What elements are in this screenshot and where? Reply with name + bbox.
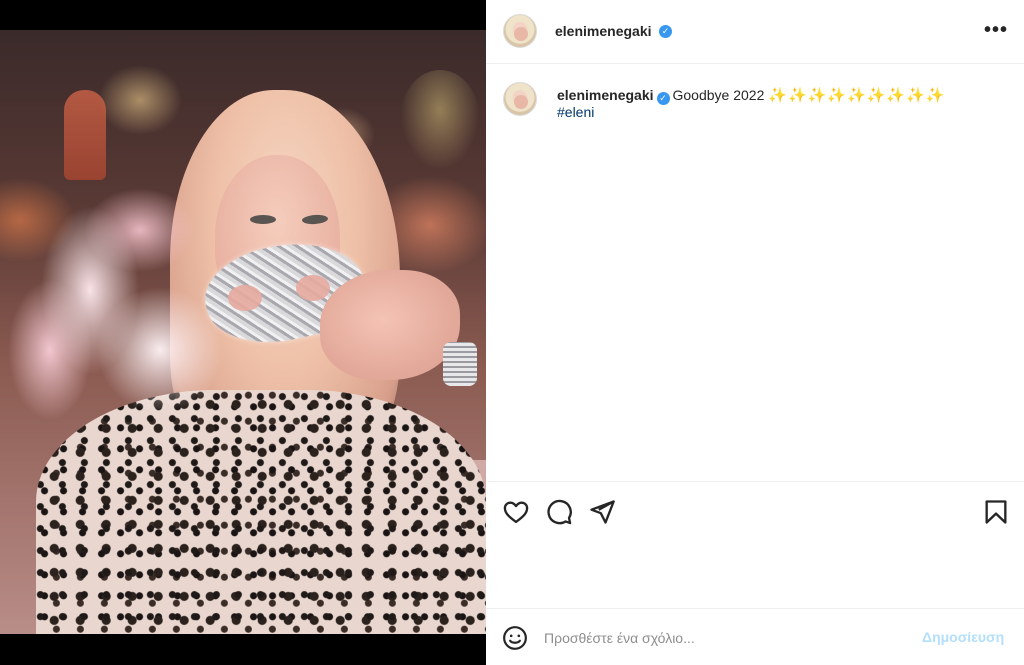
background-palm xyxy=(400,70,480,170)
caption-hashtag[interactable]: #eleni xyxy=(557,104,594,120)
photo-watch xyxy=(443,342,477,386)
post-caption: elenimenegaki ✓ Goodbye 2022 ✨✨✨✨✨✨✨✨✨ #ele… xyxy=(486,65,1024,481)
comment-icon[interactable] xyxy=(545,498,573,526)
avatar[interactable] xyxy=(503,14,537,48)
smiley-icon[interactable] xyxy=(502,625,528,651)
comment-input[interactable] xyxy=(544,627,904,649)
share-icon[interactable] xyxy=(588,498,616,526)
caption-line: elenimenegaki ✓ Goodbye 2022 ✨✨✨✨✨✨✨✨✨ xyxy=(557,85,997,106)
caption-emojis: ✨✨✨✨✨✨✨✨✨ xyxy=(768,87,946,104)
post-media[interactable] xyxy=(0,0,486,665)
photo-mask-eyehole xyxy=(296,275,330,301)
verified-badge-icon: ✓ xyxy=(659,25,672,38)
post-comment-button[interactable]: Δημοσίευση xyxy=(922,629,1004,645)
photo-hand xyxy=(320,270,460,380)
caption-username[interactable]: elenimenegaki xyxy=(557,87,654,103)
caption-avatar[interactable] xyxy=(503,82,537,116)
author-username[interactable]: elenimenegaki xyxy=(555,23,652,39)
photo-eye-left xyxy=(250,215,276,224)
post-header: elenimenegaki ✓ ••• xyxy=(486,0,1024,64)
heart-icon[interactable] xyxy=(502,498,530,526)
caption-text: Goodbye 2022 xyxy=(672,87,765,103)
background-lamp xyxy=(64,90,106,180)
post-photo xyxy=(0,30,486,634)
more-options-icon[interactable]: ••• xyxy=(983,17,1009,45)
verified-badge-icon: ✓ xyxy=(656,92,670,105)
comment-box: Δημοσίευση xyxy=(486,608,1024,665)
bookmark-icon[interactable] xyxy=(982,498,1010,526)
post-actions xyxy=(486,481,1024,609)
post-panel: elenimenegaki ✓ ••• elenimenegaki ✓ Goodby… xyxy=(486,0,1024,665)
photo-mask-eyehole xyxy=(228,285,262,311)
